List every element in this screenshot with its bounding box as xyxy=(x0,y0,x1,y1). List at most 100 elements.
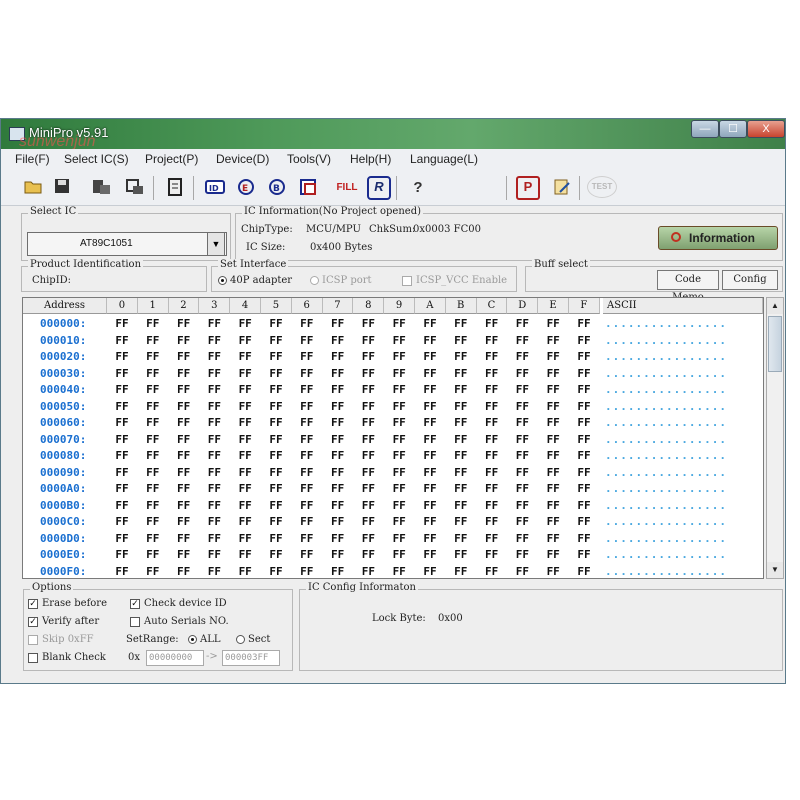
hex-byte-cell[interactable]: FF xyxy=(415,515,445,528)
hex-byte-cell[interactable]: FF xyxy=(199,466,229,479)
hex-byte-cell[interactable]: FF xyxy=(292,334,322,347)
ascii-cell[interactable]: ................ xyxy=(605,515,727,528)
hex-byte-cell[interactable]: FF xyxy=(446,532,476,545)
hex-byte-cell[interactable]: FF xyxy=(538,400,568,413)
hex-byte-cell[interactable]: FF xyxy=(507,499,537,512)
ascii-cell[interactable]: ................ xyxy=(605,367,727,380)
hex-byte-cell[interactable]: FF xyxy=(261,350,291,363)
hex-byte-cell[interactable]: FF xyxy=(446,548,476,561)
hex-byte-cell[interactable]: FF xyxy=(107,449,137,462)
hex-byte-cell[interactable]: FF xyxy=(169,565,199,578)
hex-byte-cell[interactable]: FF xyxy=(569,350,599,363)
hex-byte-cell[interactable]: FF xyxy=(384,350,414,363)
hex-byte-cell[interactable]: FF xyxy=(323,515,353,528)
hex-byte-cell[interactable]: FF xyxy=(230,400,260,413)
hex-byte-cell[interactable]: FF xyxy=(169,433,199,446)
hex-byte-cell[interactable]: FF xyxy=(138,334,168,347)
hex-byte-cell[interactable]: FF xyxy=(384,515,414,528)
hex-byte-cell[interactable]: FF xyxy=(292,565,322,578)
hex-byte-cell[interactable]: FF xyxy=(446,482,476,495)
hex-byte-cell[interactable]: FF xyxy=(538,334,568,347)
hex-byte-cell[interactable]: FF xyxy=(415,433,445,446)
menu-language[interactable]: Language(L) xyxy=(410,152,478,166)
hex-byte-cell[interactable]: FF xyxy=(261,482,291,495)
menu-help[interactable]: Help(H) xyxy=(350,152,391,166)
hex-byte-cell[interactable]: FF xyxy=(446,433,476,446)
hex-byte-cell[interactable]: FF xyxy=(384,466,414,479)
hex-byte-cell[interactable]: FF xyxy=(538,383,568,396)
hex-byte-cell[interactable]: FF xyxy=(199,548,229,561)
hex-byte-cell[interactable]: FF xyxy=(569,482,599,495)
hex-byte-cell[interactable]: FF xyxy=(261,548,291,561)
check-device-id-checkbox[interactable]: ✓ Check device ID xyxy=(130,598,227,609)
menu-project[interactable]: Project(P) xyxy=(145,152,198,166)
hex-byte-cell[interactable]: FF xyxy=(569,433,599,446)
skip-0xff-checkbox[interactable]: Skip 0xFF xyxy=(28,634,94,645)
hex-byte-cell[interactable]: FF xyxy=(384,416,414,429)
hex-byte-cell[interactable]: FF xyxy=(477,334,507,347)
verify-after-checkbox[interactable]: ✓ Verify after xyxy=(28,616,99,627)
hex-byte-cell[interactable]: FF xyxy=(323,416,353,429)
hex-byte-cell[interactable]: FF xyxy=(169,334,199,347)
hex-byte-cell[interactable]: FF xyxy=(138,532,168,545)
ascii-cell[interactable]: ................ xyxy=(605,383,727,396)
program-icon[interactable]: R xyxy=(367,176,391,200)
hex-byte-cell[interactable]: FF xyxy=(230,482,260,495)
load-icon[interactable] xyxy=(89,177,113,199)
hex-byte-cell[interactable]: FF xyxy=(138,548,168,561)
hex-byte-cell[interactable]: FF xyxy=(477,433,507,446)
ic-select-combo[interactable]: AT89C1051 xyxy=(27,232,227,256)
hex-byte-cell[interactable]: FF xyxy=(169,449,199,462)
hex-byte-cell[interactable]: FF xyxy=(446,565,476,578)
hex-byte-cell[interactable]: FF xyxy=(353,350,383,363)
hex-byte-cell[interactable]: FF xyxy=(477,383,507,396)
hex-byte-cell[interactable]: FF xyxy=(230,449,260,462)
ascii-cell[interactable]: ................ xyxy=(605,499,727,512)
hex-byte-cell[interactable]: FF xyxy=(230,499,260,512)
hex-byte-cell[interactable]: FF xyxy=(107,334,137,347)
hex-byte-cell[interactable]: FF xyxy=(446,416,476,429)
hex-byte-cell[interactable]: FF xyxy=(507,383,537,396)
hex-byte-cell[interactable]: FF xyxy=(323,499,353,512)
hex-byte-cell[interactable]: FF xyxy=(261,317,291,330)
minimize-button[interactable]: — xyxy=(691,120,719,138)
hex-byte-cell[interactable]: FF xyxy=(169,400,199,413)
hex-byte-cell[interactable]: FF xyxy=(138,350,168,363)
ascii-cell[interactable]: ................ xyxy=(605,416,727,429)
hex-byte-cell[interactable]: FF xyxy=(446,383,476,396)
hex-byte-cell[interactable]: FF xyxy=(569,367,599,380)
range-all-radio[interactable]: ALL xyxy=(188,634,221,645)
hex-byte-cell[interactable]: FF xyxy=(169,367,199,380)
hex-byte-cell[interactable]: FF xyxy=(415,499,445,512)
fill-icon[interactable]: FILL xyxy=(332,177,362,199)
hex-byte-cell[interactable]: FF xyxy=(538,548,568,561)
hex-byte-cell[interactable]: FF xyxy=(107,400,137,413)
hex-byte-cell[interactable]: FF xyxy=(446,334,476,347)
chevron-down-icon[interactable]: ▼ xyxy=(207,232,225,256)
hex-byte-cell[interactable]: FF xyxy=(107,350,137,363)
hex-byte-cell[interactable]: FF xyxy=(384,532,414,545)
hex-byte-cell[interactable]: FF xyxy=(323,548,353,561)
hex-byte-cell[interactable]: FF xyxy=(292,499,322,512)
hex-byte-cell[interactable]: FF xyxy=(323,449,353,462)
hex-byte-cell[interactable]: FF xyxy=(507,515,537,528)
hex-byte-cell[interactable]: FF xyxy=(415,350,445,363)
hex-byte-cell[interactable]: FF xyxy=(261,449,291,462)
hex-byte-cell[interactable]: FF xyxy=(477,317,507,330)
hex-byte-cell[interactable]: FF xyxy=(384,433,414,446)
hex-byte-cell[interactable]: FF xyxy=(292,466,322,479)
scroll-down-icon[interactable]: ▼ xyxy=(767,562,783,578)
hex-byte-cell[interactable]: FF xyxy=(415,383,445,396)
verify-icon[interactable] xyxy=(297,177,321,199)
hex-byte-cell[interactable]: FF xyxy=(415,565,445,578)
hex-byte-cell[interactable]: FF xyxy=(138,515,168,528)
hex-byte-cell[interactable]: FF xyxy=(384,499,414,512)
hex-byte-cell[interactable]: FF xyxy=(415,449,445,462)
hex-byte-cell[interactable]: FF xyxy=(538,433,568,446)
hex-byte-cell[interactable]: FF xyxy=(199,400,229,413)
hex-byte-cell[interactable]: FF xyxy=(138,466,168,479)
information-button[interactable]: Information xyxy=(658,226,778,250)
code-memo-button[interactable]: Code Memo xyxy=(657,270,719,303)
hex-byte-cell[interactable]: FF xyxy=(446,515,476,528)
hex-byte-cell[interactable]: FF xyxy=(199,433,229,446)
